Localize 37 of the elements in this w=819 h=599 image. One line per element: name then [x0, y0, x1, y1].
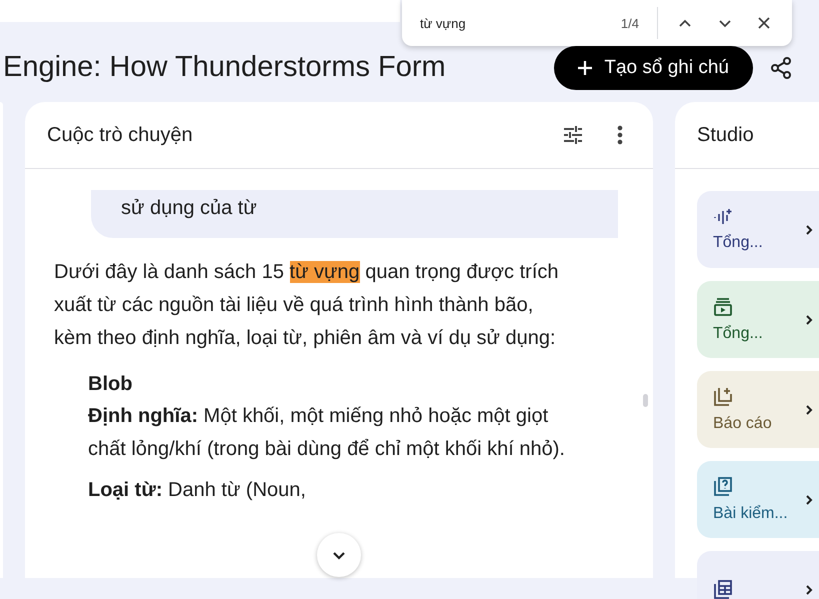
chevron-right-icon: [805, 314, 813, 326]
share-icon[interactable]: [769, 56, 793, 80]
close-icon[interactable]: [758, 17, 770, 29]
chevron-right-icon: [805, 224, 813, 236]
plus-icon: [576, 58, 594, 76]
chevron-right-icon: [805, 584, 813, 596]
studio-card[interactable]: Tổng...: [697, 191, 819, 268]
studio-card[interactable]: Tổng...: [697, 281, 819, 358]
chevron-down-icon: [332, 550, 346, 560]
studio-card[interactable]: Báo cáo: [697, 371, 819, 448]
audio-wave-icon: [713, 208, 733, 226]
studio-card-label: Tổng...: [713, 324, 763, 342]
match-count: 1/4: [620, 16, 639, 30]
notebook-title: Engine: How Thunderstorms Form: [3, 51, 447, 84]
studio-card-label: Bài kiểm...: [713, 504, 788, 522]
find-input[interactable]: từ vựng: [420, 16, 621, 30]
term-detail: Loại từ: Danh từ (Noun,: [88, 478, 307, 503]
vocabulary-term: Blob: [88, 372, 134, 397]
chevron-right-icon: [805, 494, 813, 506]
video-icon: [713, 296, 733, 316]
panel-title: Cuộc trò chuyện: [47, 124, 193, 146]
scrollbar-thumb[interactable]: [643, 394, 648, 407]
studio-card-label: Tổng...: [713, 234, 763, 252]
chevron-right-icon: [805, 404, 813, 416]
studio-card[interactable]: Bài kiểm...: [697, 461, 819, 538]
table-icon: [713, 580, 733, 599]
create-notebook-button[interactable]: Tạo sổ ghi chú: [554, 46, 753, 90]
studio-card-label: Báo cáo: [713, 414, 772, 432]
term-detail: Định nghĩa: Một khối, một miếng nhỏ hoặc một giọt chất lỏng/khí (trong bài dùng để chỉ một khối khí nhỏ).: [88, 404, 566, 462]
sliders-icon[interactable]: [561, 123, 585, 147]
previous-match-icon[interactable]: [678, 18, 692, 28]
user-message: sử dụng của từ: [91, 190, 618, 238]
next-match-icon[interactable]: [718, 18, 732, 28]
more-icon[interactable]: [617, 125, 623, 145]
panel-title: Studio: [697, 124, 754, 146]
quiz-icon: [713, 476, 733, 496]
document-sparkle-icon: [713, 386, 733, 406]
